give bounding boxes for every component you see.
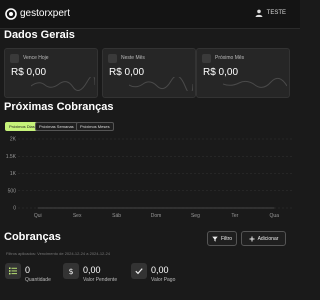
y-tick-label: 1.5K [6, 154, 17, 160]
calendar-icon [10, 54, 19, 63]
stat-value: 0 [25, 265, 31, 275]
filter-button[interactable]: Filtro [207, 231, 237, 246]
x-tick-label: Qui [34, 213, 42, 219]
svg-text:$: $ [68, 267, 73, 275]
user-menu[interactable]: TESTE [255, 9, 286, 17]
card-due-today: Vence Hoje R$ 0,00 [4, 48, 98, 98]
filter-icon [212, 236, 218, 242]
user-icon [255, 9, 263, 17]
calendar-icon [108, 54, 117, 63]
section-title-upcoming: Próximas Cobranças [4, 101, 114, 113]
filter-button-label: Filtro [220, 235, 233, 242]
dollar-icon: $ [68, 267, 73, 275]
filter-next-days[interactable]: Próximos Dias [5, 122, 39, 131]
card-next-month: Próximo Mês R$ 0,00 [196, 48, 290, 98]
y-tick-label: 0 [13, 206, 16, 212]
x-tick-label: Dom [151, 213, 162, 219]
section-title-general: Dados Gerais [4, 29, 75, 41]
card-label: Vence Hoje [23, 55, 49, 61]
stat-pending: $ 0,00 Valor Pendente [63, 263, 129, 287]
x-tick-label: Sex [73, 213, 82, 219]
sparkline [223, 77, 287, 88]
applied-filters-note: Filtros aplicados: Vencimento de 2024-12… [6, 251, 111, 256]
stat-label: Valor Pendente [83, 277, 118, 283]
filter-next-months[interactable]: Próximos Meses [76, 122, 114, 131]
top-bar: gestorxpert TESTE [0, 0, 300, 29]
stat-quantity: 0 Quantidade [5, 263, 65, 287]
y-tick-label: 2K [10, 137, 17, 143]
stat-label: Quantidade [25, 277, 51, 283]
y-tick-label: 500 [8, 188, 17, 194]
add-button-label: Adicionar [257, 235, 279, 242]
y-tick-label: 1K [10, 171, 17, 177]
upcoming-chart: 0 500 1K 1.5K 2K Qui Sex Sáb Dom Seg Ter Qua [6, 137, 294, 219]
stat-value: 0,00 [83, 265, 101, 275]
x-tick-label: Sáb [112, 213, 121, 219]
plus-icon [249, 236, 255, 241]
calendar-icon [202, 54, 211, 63]
list-icon [9, 267, 17, 275]
x-tick-label: Seg [191, 213, 200, 219]
check-icon [135, 268, 143, 275]
card-label: Próximo Mês [215, 55, 245, 61]
stat-value: 0,00 [151, 265, 169, 275]
sparkline [31, 77, 95, 91]
user-name: TESTE [266, 10, 286, 16]
card-this-month: Neste Mês R$ 0,00 [102, 48, 196, 98]
stat-label: Valor Pago [151, 277, 176, 283]
brand-name: gestorxpert [20, 8, 71, 19]
stat-paid: 0,00 Valor Pago [131, 263, 197, 287]
sparkline [129, 77, 193, 91]
section-title-billing: Cobranças [4, 231, 61, 243]
filter-next-weeks[interactable]: Próximas Semanas [35, 122, 78, 131]
logo-icon [5, 8, 17, 20]
x-tick-label: Qua [270, 213, 280, 219]
card-label: Neste Mês [121, 55, 145, 61]
x-tick-label: Ter [231, 213, 238, 219]
add-button[interactable]: Adicionar [241, 231, 286, 246]
